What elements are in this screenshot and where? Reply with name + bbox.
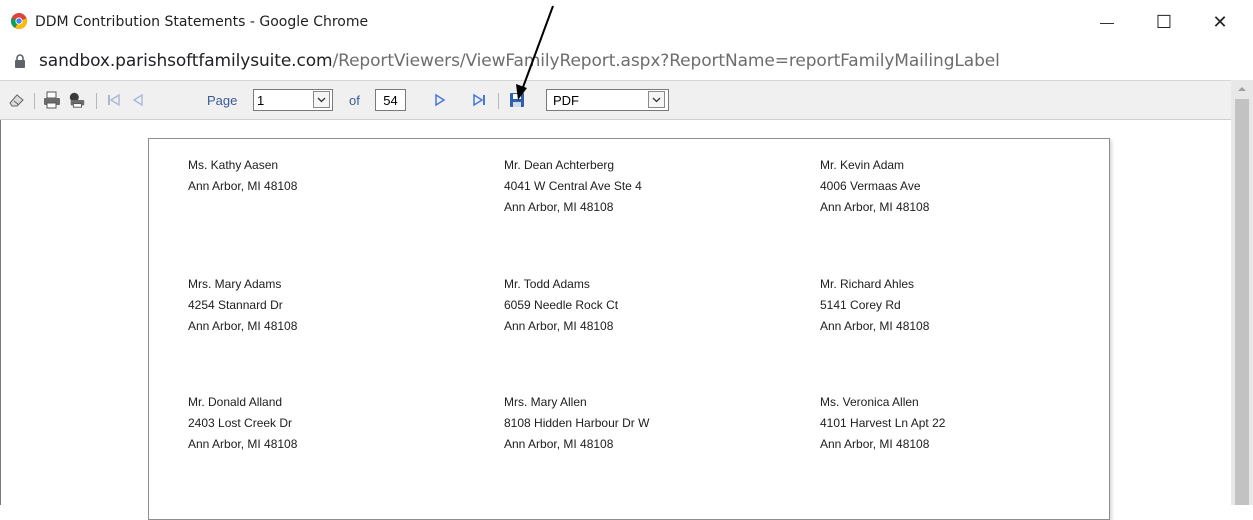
mailing-label: Mrs. Mary Adams 4254 Stannard Dr Ann Arb… — [188, 274, 297, 337]
label-line: 4101 Harvest Ln Apt 22 — [820, 416, 946, 430]
mailing-label: Mr. Dean Achterberg 4041 W Central Ave S… — [504, 155, 642, 218]
toolbar-separator — [498, 93, 499, 109]
label-name: Mr. Richard Ahles — [820, 277, 915, 291]
next-page-icon[interactable] — [431, 91, 449, 109]
address-bar[interactable]: sandbox.parishsoftfamilysuite.com/Report… — [0, 44, 1253, 80]
close-icon: ✕ — [1212, 11, 1228, 32]
scrollbar-thumb[interactable] — [1235, 99, 1249, 505]
mailing-label: Mr. Todd Adams 6059 Needle Rock Ct Ann A… — [504, 274, 618, 337]
label-name: Mr. Dean Achterberg — [504, 158, 615, 172]
mailing-label: Mr. Donald Alland 2403 Lost Creek Dr Ann… — [188, 392, 297, 455]
toolbar-separator — [34, 93, 35, 109]
mailing-label: Mr. Kevin Adam 4006 Vermaas Ave Ann Arbo… — [820, 155, 929, 218]
eraser-icon[interactable] — [8, 91, 26, 109]
url-host: sandbox.parishsoftfamilysuite.com — [39, 51, 333, 71]
label-line: Ann Arbor, MI 48108 — [188, 437, 298, 451]
label-line: 8108 Hidden Harbour Dr W — [504, 416, 650, 430]
maximize-button[interactable]: ☐ — [1141, 0, 1187, 44]
label-line: Ann Arbor, MI 48108 — [820, 200, 930, 214]
label-line: Ann Arbor, MI 48108 — [504, 437, 614, 451]
label-line: 4254 Stannard Dr — [188, 298, 283, 312]
label-line: Ann Arbor, MI 48108 — [188, 319, 298, 333]
label-line: Ann Arbor, MI 48108 — [820, 319, 930, 333]
label-line: Ann Arbor, MI 48108 — [504, 319, 614, 333]
print-setup-icon[interactable] — [68, 91, 86, 109]
report-toolbar: Page 1 of 54 PDF — [0, 80, 1253, 120]
label-line: 6059 Needle Rock Ct — [504, 298, 619, 312]
label-line: 4041 W Central Ave Ste 4 — [504, 179, 642, 193]
url-path: /ReportViewers/ViewFamilyReport.aspx?Rep… — [332, 51, 1000, 71]
mailing-label: Ms. Kathy Aasen Ann Arbor, MI 48108 — [188, 155, 297, 197]
url-text[interactable]: sandbox.parishsoftfamilysuite.com/Report… — [39, 51, 1000, 71]
maximize-icon: ☐ — [1155, 11, 1173, 32]
of-label: of — [349, 93, 360, 108]
close-button[interactable]: ✕ — [1197, 0, 1243, 44]
minimize-button[interactable]: — — [1084, 0, 1130, 44]
label-line: 4006 Vermaas Ave — [820, 179, 921, 193]
lock-icon — [15, 54, 25, 68]
label-name: Ms. Veronica Allen — [820, 395, 919, 409]
label-line: 5141 Corey Rd — [820, 298, 901, 312]
label-line: Ann Arbor, MI 48108 — [820, 437, 930, 451]
label-name: Mrs. Mary Adams — [188, 277, 282, 291]
save-icon[interactable] — [508, 91, 526, 109]
label-name: Mr. Kevin Adam — [820, 158, 905, 172]
print-icon[interactable] — [43, 91, 61, 109]
mailing-label: Ms. Veronica Allen 4101 Harvest Ln Apt 2… — [820, 392, 945, 455]
label-name: Mrs. Mary Allen — [504, 395, 587, 409]
total-pages-field: 54 — [375, 89, 406, 111]
report-page: Ms. Kathy Aasen Ann Arbor, MI 48108 Mr. … — [148, 138, 1110, 520]
label-name: Mr. Donald Alland — [188, 395, 283, 409]
mailing-label: Mr. Richard Ahles 5141 Corey Rd Ann Arbo… — [820, 274, 929, 337]
chrome-icon — [11, 13, 27, 29]
label-name: Mr. Todd Adams — [504, 277, 590, 291]
label-line: 2403 Lost Creek Dr — [188, 416, 293, 430]
window-title: DDM Contribution Statements - Google Chr… — [35, 14, 369, 30]
chevron-down-icon[interactable] — [648, 91, 665, 108]
chevron-down-icon[interactable] — [313, 91, 330, 108]
first-page-icon[interactable] — [105, 91, 123, 109]
last-page-icon[interactable] — [470, 91, 488, 109]
label-name: Ms. Kathy Aasen — [188, 158, 279, 172]
mailing-label: Mrs. Mary Allen 8108 Hidden Harbour Dr W… — [504, 392, 649, 455]
label-line: Ann Arbor, MI 48108 — [504, 200, 614, 214]
label-line: Ann Arbor, MI 48108 — [188, 179, 298, 193]
previous-page-icon[interactable] — [129, 91, 147, 109]
minimize-icon: — — [1100, 14, 1114, 30]
window-titlebar: DDM Contribution Statements - Google Chr… — [0, 0, 1253, 44]
toolbar-separator — [96, 93, 97, 109]
page-label: Page — [207, 93, 238, 108]
scroll-up-icon[interactable] — [1231, 80, 1253, 98]
